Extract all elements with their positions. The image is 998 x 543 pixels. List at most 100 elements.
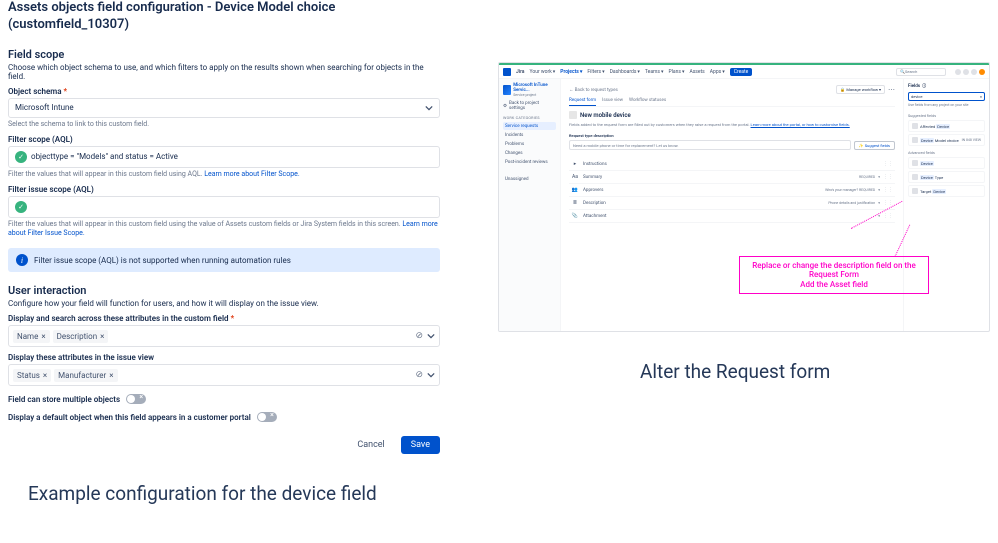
- nav-filters[interactable]: Filters ▾: [587, 69, 604, 75]
- clear-icon[interactable]: ⊘: [415, 370, 423, 380]
- filter-scope-input[interactable]: ✓objecttype = "Models" and status = Acti…: [8, 146, 440, 168]
- nav-assets[interactable]: Assets: [689, 69, 704, 75]
- suggest-fields-button[interactable]: ✨ Suggest fields: [854, 141, 895, 150]
- filter-issue-scope-label: Filter issue scope (AQL): [8, 185, 440, 194]
- manage-workflow-button[interactable]: 🔒 Manage workflow ▾: [836, 85, 885, 94]
- form-row-attachment[interactable]: 📎Attachment▾ ⋮⋮: [569, 210, 895, 223]
- toggle-default: Display a default object when this field…: [8, 412, 440, 422]
- global-search[interactable]: 🔍 Search: [896, 68, 946, 76]
- chevron-down-icon: [425, 104, 433, 112]
- nav-teams[interactable]: Teams ▾: [645, 69, 664, 75]
- tab-issue-view[interactable]: Issue view: [602, 98, 623, 106]
- settings-icon[interactable]: [971, 69, 977, 75]
- field-affected-device[interactable]: Affected Device: [908, 120, 985, 132]
- save-button[interactable]: Save: [401, 436, 440, 454]
- help-icon[interactable]: [963, 69, 969, 75]
- form-row-summary[interactable]: AaSummaryREQUIRED ▾ ⋮⋮: [569, 171, 895, 184]
- caption-left: Example configuration for the device fie…: [28, 482, 377, 505]
- avatar[interactable]: [979, 69, 985, 75]
- toggle-default-switch[interactable]: ×: [257, 412, 277, 422]
- tab-request-form[interactable]: Request form: [569, 98, 596, 106]
- nav-your-work[interactable]: Your work ▾: [530, 69, 556, 75]
- rtd-label: Request type description: [569, 133, 895, 138]
- jira-topbar: Jira Your work ▾ Projects ▾ Filters ▾ Da…: [499, 65, 989, 79]
- jira-logo-icon: [503, 68, 511, 76]
- page-title: Assets objects field configuration - Dev…: [8, 0, 440, 34]
- project-icon: [503, 85, 511, 95]
- toggle-multiple: Field can store multiple objects ×: [8, 394, 440, 404]
- desc-link[interactable]: Learn more about the portal, or how to c…: [751, 122, 850, 127]
- advanced-label: Advanced fields: [908, 150, 985, 155]
- sidebar-item-incidents[interactable]: Incidents: [503, 131, 556, 139]
- more-icon[interactable]: ⋯: [888, 86, 895, 94]
- display-search-label: Display and search across these attribut…: [8, 314, 440, 323]
- clear-icon[interactable]: ⊘: [415, 331, 423, 341]
- project-name[interactable]: Microsoft InTune Servic...: [513, 83, 556, 93]
- nav-apps[interactable]: Apps ▾: [710, 69, 725, 75]
- jira-nav: Your work ▾ Projects ▾ Filters ▾ Dashboa…: [530, 69, 725, 75]
- close-icon[interactable]: ×: [109, 371, 113, 380]
- sidebar-category: WORK CATEGORIES: [503, 115, 556, 120]
- filter-issue-scope-helper: Filter the values that will appear in th…: [8, 220, 440, 238]
- create-button[interactable]: Create: [730, 68, 753, 76]
- form-row-instructions[interactable]: ▸Instructions⋮⋮: [569, 158, 895, 171]
- suggested-label: Suggested fields: [908, 113, 985, 118]
- close-icon[interactable]: ×: [100, 332, 104, 341]
- chip-manufacturer[interactable]: Manufacturer×: [54, 369, 117, 382]
- field-target-device[interactable]: Target Device: [908, 185, 985, 197]
- nav-projects[interactable]: Projects ▾: [560, 69, 582, 75]
- chevron-down-icon: [427, 332, 435, 340]
- info-banner: i Filter issue scope (AQL) is not suppor…: [8, 248, 440, 272]
- object-schema-label: Object schema *: [8, 87, 440, 96]
- chevron-down-icon: [427, 371, 435, 379]
- form-row-approvers[interactable]: 👥ApproversWho's your manager? REQUIRED ▾…: [569, 184, 895, 197]
- fields-search[interactable]: device×: [908, 92, 985, 101]
- tab-workflow[interactable]: Workflow statuses: [629, 98, 666, 106]
- display-issue-select[interactable]: Status× Manufacturer× ⊘: [8, 364, 440, 386]
- fields-title: Fields ⓘ: [908, 83, 985, 89]
- cancel-button[interactable]: Cancel: [347, 436, 394, 454]
- chip-name[interactable]: Name×: [13, 330, 50, 343]
- chip-status[interactable]: Status×: [13, 369, 51, 382]
- info-icon: i: [16, 254, 28, 266]
- nav-plans[interactable]: Plans ▾: [669, 69, 685, 75]
- bell-icon[interactable]: [955, 69, 961, 75]
- filter-scope-label: Filter scope (AQL): [8, 135, 440, 144]
- object-schema-helper: Select the schema to link to this custom…: [8, 120, 440, 129]
- request-type-icon: [569, 111, 577, 119]
- request-type-desc: Fields added to the request form are fil…: [569, 122, 895, 127]
- request-type-title: New mobile device: [569, 111, 895, 119]
- nav-dashboards[interactable]: Dashboards ▾: [610, 69, 640, 75]
- sidebar-item-pir[interactable]: Post-incident reviews: [503, 158, 556, 166]
- sidebar-item-problems[interactable]: Problems: [503, 140, 556, 148]
- clear-icon[interactable]: ×: [980, 94, 982, 99]
- close-icon[interactable]: ×: [41, 332, 45, 341]
- rtd-input[interactable]: Need a mobile phone or time for replacem…: [569, 140, 851, 150]
- field-device-model-choice[interactable]: Device Model choiceIN 848 VIEW: [908, 134, 985, 146]
- back-to-request-types[interactable]: ← Back to request types: [569, 87, 618, 93]
- check-icon: ✓: [15, 151, 27, 163]
- tabs: Request form Issue view Workflow statuse…: [569, 98, 895, 107]
- fields-hint: Use fields from any project on your site: [908, 103, 985, 107]
- toggle-multiple-switch[interactable]: ×: [126, 394, 146, 404]
- filter-scope-link[interactable]: Learn more about Filter Scope.: [204, 170, 299, 178]
- filter-issue-scope-input[interactable]: ✓: [8, 196, 440, 218]
- back-link[interactable]: ⚙ Back to project settings: [503, 101, 556, 111]
- display-search-select[interactable]: Name× Description× ⊘: [8, 325, 440, 347]
- form-rows: ▸Instructions⋮⋮ AaSummaryREQUIRED ▾ ⋮⋮ 👥…: [569, 158, 895, 223]
- field-device-type[interactable]: Device Type: [908, 171, 985, 183]
- sidebar-item-changes[interactable]: Changes: [503, 149, 556, 157]
- close-icon[interactable]: ×: [43, 371, 47, 380]
- display-issue-label: Display these attributes in the issue vi…: [8, 353, 440, 362]
- form-row-description[interactable]: ≣DescriptionPhone details and justificat…: [569, 197, 895, 210]
- annotation-box: Replace or change the description field …: [739, 256, 929, 294]
- object-schema-select[interactable]: Microsoft Intune: [8, 98, 440, 118]
- field-device[interactable]: Device: [908, 157, 985, 169]
- sidebar-item-unassigned[interactable]: Unassigned: [503, 175, 556, 183]
- request-form-screenshot: Jira Your work ▾ Projects ▾ Filters ▾ Da…: [498, 62, 990, 332]
- chip-description[interactable]: Description×: [53, 330, 109, 343]
- caption-right: Alter the Request form: [640, 360, 830, 383]
- jira-sidebar: Microsoft InTune Servic...Service projec…: [499, 79, 561, 331]
- sidebar-item-service-requests[interactable]: Service requests: [503, 122, 556, 130]
- config-panel: Assets objects field configuration - Dev…: [8, 0, 440, 454]
